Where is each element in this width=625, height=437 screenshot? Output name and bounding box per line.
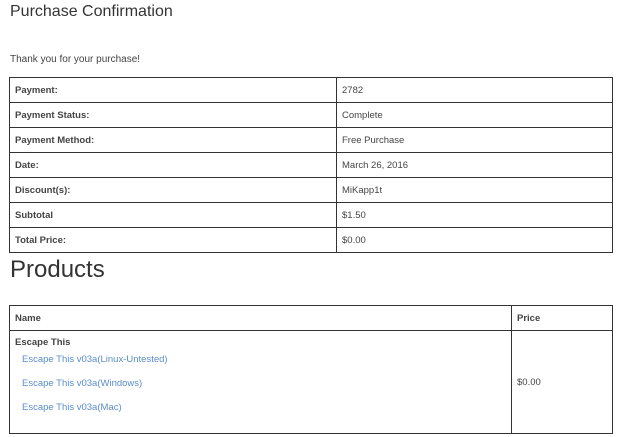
page-title: Purchase Confirmation	[10, 3, 173, 20]
receipt-value: MiKapp1t	[336, 177, 613, 203]
receipt-label: Discount(s):	[9, 177, 337, 203]
receipt-value: March 26, 2016	[336, 152, 613, 178]
products-header-row: Name Price	[9, 305, 613, 331]
receipt-row-total-price: Total Price: $0.00	[9, 227, 613, 253]
receipt-row-payment: Payment: 2782	[9, 77, 613, 103]
receipt-value: $0.00	[336, 227, 613, 253]
receipt-row-date: Date: March 26, 2016	[9, 152, 613, 178]
receipt-row-discounts: Discount(s): MiKapp1t	[9, 177, 613, 203]
receipt-table: Payment: 2782 Payment Status: Complete P…	[9, 77, 613, 253]
receipt-value: Free Purchase	[336, 127, 613, 153]
receipt-label: Payment Status:	[9, 102, 337, 128]
receipt-value: Complete	[336, 102, 613, 128]
column-header-name: Name	[9, 305, 512, 331]
products-heading: Products	[10, 256, 105, 283]
receipt-row-subtotal: Subtotal $1.50	[9, 202, 613, 228]
receipt-label: Payment Method:	[9, 127, 337, 153]
receipt-label: Payment:	[9, 77, 337, 103]
receipt-label: Subtotal	[9, 202, 337, 228]
download-link-mac[interactable]: Escape This v03a(Mac)	[22, 402, 506, 426]
product-name: Escape This	[15, 337, 71, 348]
products-table: Name Price Escape This Escape This v03a(…	[9, 305, 613, 434]
download-link-linux[interactable]: Escape This v03a(Linux-Untested)	[22, 354, 506, 378]
thank-you-message: Thank you for your purchase!	[10, 54, 141, 65]
product-row: Escape This Escape This v03a(Linux-Untes…	[9, 330, 613, 434]
receipt-label: Date:	[9, 152, 337, 178]
download-link-windows[interactable]: Escape This v03a(Windows)	[22, 378, 506, 402]
product-name-cell: Escape This Escape This v03a(Linux-Untes…	[9, 330, 512, 434]
product-price: $0.00	[511, 330, 613, 434]
receipt-value: 2782	[336, 77, 613, 103]
receipt-label: Total Price:	[9, 227, 337, 253]
receipt-row-payment-status: Payment Status: Complete	[9, 102, 613, 128]
receipt-row-payment-method: Payment Method: Free Purchase	[9, 127, 613, 153]
receipt-value: $1.50	[336, 202, 613, 228]
column-header-price: Price	[511, 305, 613, 331]
